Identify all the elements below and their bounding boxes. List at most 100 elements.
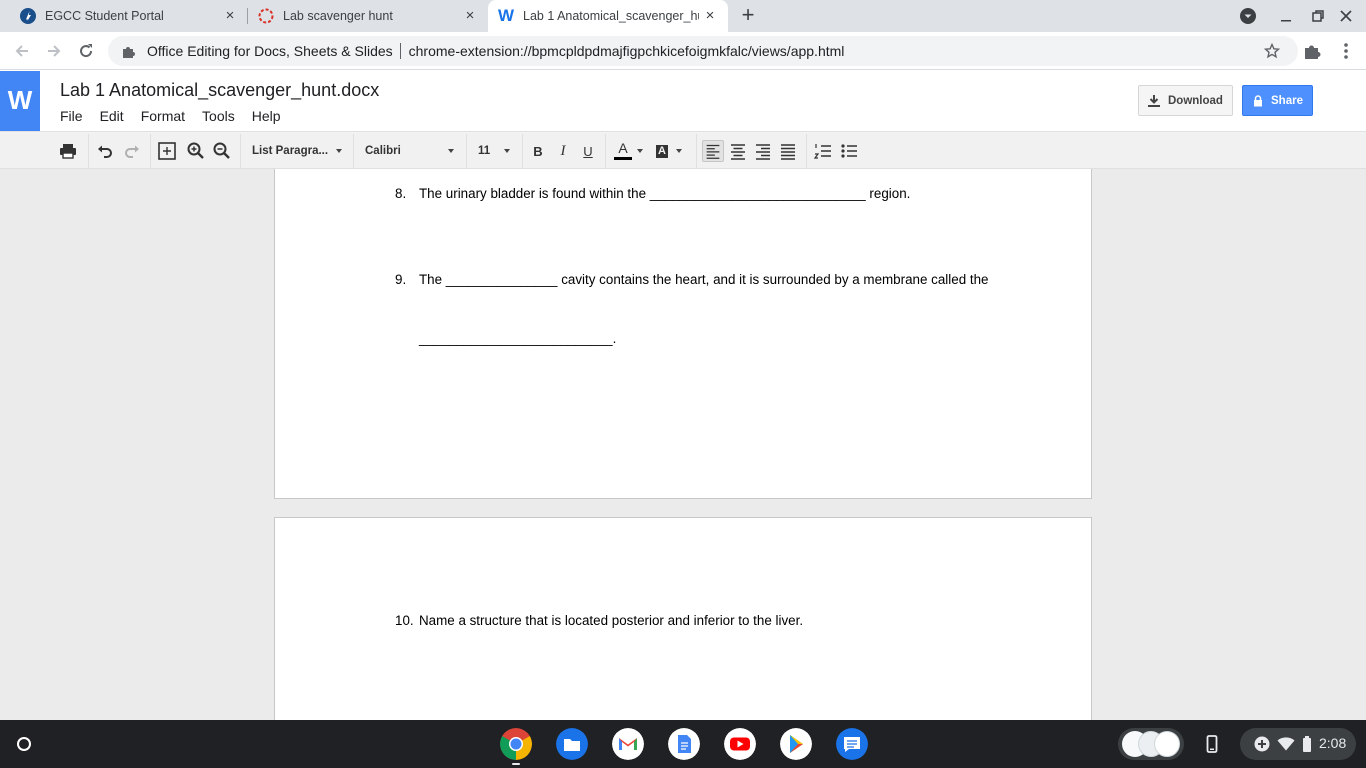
- share-label: Share: [1271, 94, 1303, 107]
- fit-page-icon[interactable]: [156, 140, 178, 162]
- tab-lab-1-document[interactable]: W Lab 1 Anatomical_scavenger_hu ×: [488, 0, 728, 32]
- document-page[interactable]: 10. Name a structure that is located pos…: [274, 517, 1092, 720]
- formatting-toolbar: List Paragra... Calibri 11 B I U A A: [0, 133, 1366, 169]
- holding-space-tray[interactable]: [1118, 728, 1184, 760]
- clock-time: 2:08: [1319, 735, 1347, 751]
- close-tab-icon[interactable]: ×: [222, 8, 238, 24]
- italic-button[interactable]: I: [552, 140, 574, 162]
- zoom-out-icon[interactable]: [211, 140, 233, 162]
- chevron-down-icon[interactable]: [676, 149, 682, 153]
- launcher-button[interactable]: [8, 728, 40, 760]
- play-store-icon[interactable]: [780, 728, 812, 760]
- question-text: The _______________ cavity contains the …: [419, 272, 989, 287]
- list-number: 10.: [395, 613, 414, 628]
- os-shelf: 2:08: [0, 720, 1366, 768]
- tab-search-icon[interactable]: [1238, 6, 1258, 26]
- bookmark-star-icon[interactable]: [1264, 43, 1280, 59]
- document-title[interactable]: Lab 1 Anatomical_scavenger_hunt.docx: [60, 80, 379, 101]
- menu-bar: File Edit Format Tools Help: [60, 108, 298, 124]
- files-icon[interactable]: [556, 728, 588, 760]
- share-button[interactable]: Share: [1242, 85, 1313, 116]
- tab-title: EGCC Student Portal: [45, 9, 164, 23]
- redo-icon[interactable]: [121, 140, 143, 162]
- back-arrow-icon[interactable]: [12, 41, 32, 61]
- font-size-dropdown[interactable]: 11: [478, 143, 510, 159]
- battery-icon: [1303, 736, 1311, 752]
- text-color-swatch: [614, 157, 632, 160]
- tab-egcc-student-portal[interactable]: EGCC Student Portal ×: [8, 0, 248, 32]
- browser-toolbar: Office Editing for Docs, Sheets & Slides…: [0, 32, 1366, 70]
- wifi-icon: [1277, 737, 1295, 751]
- document-canvas[interactable]: 8. The urinary bladder is found within t…: [0, 169, 1366, 720]
- word-favicon-icon: W: [498, 6, 515, 25]
- bulleted-list-icon[interactable]: [838, 140, 860, 162]
- phone-hub-icon[interactable]: [1202, 734, 1222, 754]
- bold-button[interactable]: B: [527, 140, 549, 162]
- question-text: Name a structure that is located posteri…: [419, 613, 804, 628]
- thumbnail-icon: [1154, 731, 1180, 757]
- highlight-glyph: A: [656, 144, 668, 158]
- restore-icon[interactable]: [1308, 6, 1328, 26]
- docs-icon[interactable]: [668, 728, 700, 760]
- url-text[interactable]: chrome-extension://bpmcpldpdmajfigpchkic…: [409, 43, 845, 59]
- menu-tools[interactable]: Tools: [202, 108, 235, 124]
- download-button[interactable]: Download: [1138, 85, 1233, 116]
- font-size-value: 11: [478, 145, 491, 157]
- highlight-color-button[interactable]: A: [651, 140, 673, 162]
- youtube-icon[interactable]: [724, 728, 756, 760]
- tab-lab-scavenger-hunt[interactable]: Lab scavenger hunt ×: [248, 0, 488, 32]
- undo-icon[interactable]: [94, 140, 116, 162]
- list-number: 9.: [395, 272, 407, 287]
- align-left-icon[interactable]: [702, 140, 724, 162]
- forward-arrow-icon[interactable]: [44, 41, 64, 61]
- align-right-icon[interactable]: [752, 140, 774, 162]
- active-app-indicator: [512, 763, 520, 765]
- chevron-down-icon[interactable]: [637, 149, 643, 153]
- close-window-icon[interactable]: [1336, 6, 1356, 26]
- extension-puzzle-icon: [123, 47, 135, 58]
- font-family-dropdown[interactable]: Calibri: [365, 143, 454, 159]
- new-tab-button[interactable]: +: [737, 4, 759, 27]
- align-justify-icon[interactable]: [777, 140, 799, 162]
- print-icon[interactable]: [57, 140, 79, 162]
- chevron-down-icon: [336, 149, 342, 153]
- site-origin: Office Editing for Docs, Sheets & Slides: [147, 43, 393, 59]
- menu-format[interactable]: Format: [141, 108, 185, 124]
- paragraph-style-dropdown[interactable]: List Paragra...: [252, 143, 342, 159]
- word-logo: W: [0, 71, 40, 131]
- extensions-icon[interactable]: [1302, 41, 1322, 61]
- add-circle-icon: [1254, 736, 1270, 752]
- tab-title: Lab 1 Anatomical_scavenger_hu: [523, 9, 699, 23]
- align-center-icon[interactable]: [727, 140, 749, 162]
- messages-icon[interactable]: [836, 728, 868, 760]
- menu-file[interactable]: File: [60, 108, 83, 124]
- underline-button[interactable]: U: [577, 140, 599, 162]
- text-color-button[interactable]: A: [612, 140, 634, 162]
- chevron-down-icon: [448, 149, 454, 153]
- omnibox[interactable]: Office Editing for Docs, Sheets & Slides…: [108, 36, 1298, 66]
- download-icon: [1148, 94, 1160, 107]
- chevron-down-icon: [504, 149, 510, 153]
- minimize-icon[interactable]: [1276, 6, 1296, 26]
- question-text: __________________________.: [419, 331, 617, 346]
- menu-edit[interactable]: Edit: [100, 108, 124, 124]
- reload-icon[interactable]: [76, 41, 96, 61]
- font-family-value: Calibri: [365, 145, 401, 157]
- launcher-icon: [17, 737, 31, 751]
- list-number: 8.: [395, 186, 407, 201]
- close-tab-icon[interactable]: ×: [462, 8, 478, 24]
- tab-strip: EGCC Student Portal × Lab scavenger hunt…: [0, 0, 1366, 32]
- more-menu-icon[interactable]: [1336, 41, 1356, 61]
- gmail-icon[interactable]: [612, 728, 644, 760]
- zoom-in-icon[interactable]: [185, 140, 207, 162]
- document-page[interactable]: 8. The urinary bladder is found within t…: [274, 169, 1092, 499]
- paragraph-style-value: List Paragra...: [252, 145, 329, 157]
- chrome-icon[interactable]: [500, 728, 532, 760]
- question-text: The urinary bladder is found within the …: [419, 186, 911, 201]
- lock-icon: [1254, 94, 1262, 106]
- menu-help[interactable]: Help: [252, 108, 281, 124]
- numbered-list-icon[interactable]: [812, 140, 834, 162]
- text-color-glyph: A: [618, 140, 628, 156]
- close-tab-icon[interactable]: ×: [702, 8, 718, 24]
- download-label: Download: [1168, 94, 1223, 107]
